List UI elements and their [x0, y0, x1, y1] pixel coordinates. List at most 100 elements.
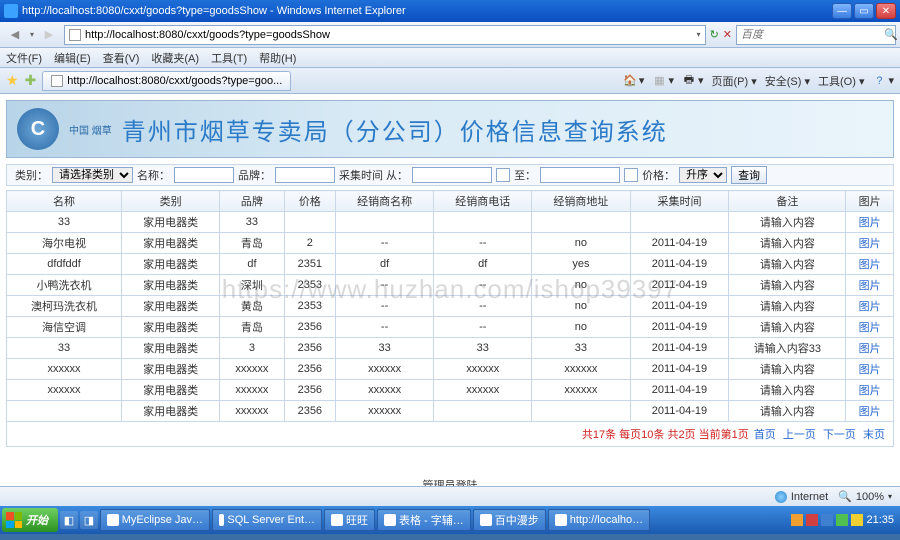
menu-view[interactable]: 查看(V) [103, 50, 140, 66]
table-cell: 2 [284, 233, 335, 254]
filter-name-input[interactable] [174, 167, 234, 183]
browser-tab[interactable]: http://localhost:8080/cxxt/goods?type=go… [42, 71, 291, 91]
table-cell: 请输入内容33 [729, 338, 846, 359]
pager-last[interactable]: 末页 [863, 429, 885, 441]
search-icon[interactable]: 🔍 [884, 28, 898, 41]
pic-link[interactable]: 图片 [859, 322, 881, 334]
table-cell: 33 [434, 338, 532, 359]
table-cell: xxxxxx [336, 380, 434, 401]
refresh-button[interactable]: ↻ [710, 28, 719, 41]
help-button[interactable]: ?▾ [872, 74, 894, 88]
back-dropdown-icon[interactable]: ▾ [30, 30, 34, 39]
safety-menu[interactable]: 安全(S) ▾ [765, 73, 810, 89]
table-cell [532, 212, 630, 233]
menu-file[interactable]: 文件(F) [6, 50, 42, 66]
pic-link[interactable]: 图片 [859, 364, 881, 376]
address-bar[interactable]: ▾ [64, 25, 706, 45]
zoom-dropdown-icon[interactable]: ▾ [888, 492, 892, 501]
filter-date-to[interactable] [540, 167, 620, 183]
table-cell: 请输入内容 [729, 359, 846, 380]
filter-date-from[interactable] [412, 167, 492, 183]
tray-icon-3[interactable] [821, 514, 833, 526]
forward-button[interactable]: ▶ [38, 25, 60, 45]
taskbar-item[interactable]: MyEclipse Jav… [100, 509, 210, 531]
start-button[interactable]: 开始 [2, 508, 58, 532]
back-button[interactable]: ◀ [4, 25, 26, 45]
taskbar-item[interactable]: 百中漫步 [473, 509, 546, 531]
calendar-to-icon[interactable] [624, 168, 638, 182]
pager-prev[interactable]: 上一页 [783, 429, 816, 441]
home-button[interactable]: 🏠▾ [623, 74, 645, 88]
search-button[interactable]: 查询 [731, 166, 767, 184]
add-favorites-icon[interactable]: ✚ [25, 72, 37, 89]
quicklaunch-2[interactable]: ◨ [80, 511, 98, 529]
taskbar-item[interactable]: 表格 - 字辅… [377, 509, 471, 531]
pic-link[interactable]: 图片 [859, 301, 881, 313]
close-button[interactable]: ✕ [876, 3, 896, 19]
menu-favorites[interactable]: 收藏夹(A) [151, 50, 199, 66]
menu-edit[interactable]: 编辑(E) [54, 50, 91, 66]
table-cell [630, 212, 729, 233]
table-cell: 深圳 [220, 275, 284, 296]
menu-help[interactable]: 帮助(H) [259, 50, 296, 66]
table-cell: 33 [532, 338, 630, 359]
table-row: xxxxxx家用电器类xxxxxx2356xxxxxxxxxxxxxxxxxx2… [7, 380, 894, 401]
pager-next[interactable]: 下一页 [823, 429, 856, 441]
filter-brand-label: 品牌： [238, 167, 271, 183]
stop-button[interactable]: ✕ [723, 28, 732, 41]
minimize-button[interactable]: — [832, 3, 852, 19]
pic-link[interactable]: 图片 [859, 406, 881, 418]
quicklaunch-1[interactable]: ◧ [60, 511, 78, 529]
taskbar-item[interactable]: SQL Server Ent… [212, 509, 322, 531]
zoom-control[interactable]: 🔍 100% ▾ [838, 490, 892, 503]
pic-link[interactable]: 图片 [859, 280, 881, 292]
table-cell: no [532, 275, 630, 296]
table-cell: df [336, 254, 434, 275]
admin-login-link[interactable]: 管理员登陆 [6, 477, 894, 486]
column-header: 经销商电话 [434, 191, 532, 212]
maximize-button[interactable]: ▭ [854, 3, 874, 19]
url-input[interactable] [85, 29, 693, 41]
pic-cell: 图片 [846, 275, 894, 296]
url-dropdown-icon[interactable]: ▾ [697, 30, 701, 39]
pager-first[interactable]: 首页 [754, 429, 776, 441]
menu-tools[interactable]: 工具(T) [211, 50, 247, 66]
tray-icon-5[interactable] [851, 514, 863, 526]
table-cell: 2011-04-19 [630, 401, 729, 422]
table-cell: yes [532, 254, 630, 275]
tray-icon-2[interactable] [806, 514, 818, 526]
favorites-icon[interactable]: ★ [6, 72, 19, 89]
taskbar-item[interactable]: http://localho… [548, 509, 650, 531]
filter-brand-input[interactable] [275, 167, 335, 183]
table-row: xxxxxx家用电器类xxxxxx2356xxxxxxxxxxxxxxxxxx2… [7, 359, 894, 380]
pic-link[interactable]: 图片 [859, 217, 881, 229]
print-button[interactable]: 🖶▾ [682, 74, 704, 88]
clock[interactable]: 21:35 [866, 514, 894, 526]
filter-sort-select[interactable]: 升序 [679, 167, 727, 183]
filter-type-select[interactable]: 请选择类别 [52, 167, 133, 183]
table-cell [434, 401, 532, 422]
page-menu[interactable]: 页面(P) ▾ [712, 73, 757, 89]
search-input[interactable] [741, 29, 884, 41]
search-box[interactable]: 🔍 [736, 25, 896, 45]
column-header: 经销商名称 [336, 191, 434, 212]
table-cell: 请输入内容 [729, 212, 846, 233]
table-cell: 家用电器类 [122, 338, 220, 359]
pic-link[interactable]: 图片 [859, 238, 881, 250]
pic-link[interactable]: 图片 [859, 343, 881, 355]
tools-menu[interactable]: 工具(O) ▾ [818, 73, 864, 89]
system-tray[interactable]: 21:35 [787, 514, 898, 526]
feeds-button[interactable]: ▦▾ [652, 74, 674, 88]
tray-icon-4[interactable] [836, 514, 848, 526]
table-cell: -- [336, 275, 434, 296]
logo-icon: C [17, 108, 59, 150]
tray-icon-1[interactable] [791, 514, 803, 526]
taskbar-item[interactable]: 旺旺 [324, 509, 375, 531]
calendar-from-icon[interactable] [496, 168, 510, 182]
table-cell: 请输入内容 [729, 254, 846, 275]
pic-cell: 图片 [846, 296, 894, 317]
pic-link[interactable]: 图片 [859, 385, 881, 397]
pic-link[interactable]: 图片 [859, 259, 881, 271]
table-cell: 2356 [284, 317, 335, 338]
table-cell: -- [434, 317, 532, 338]
